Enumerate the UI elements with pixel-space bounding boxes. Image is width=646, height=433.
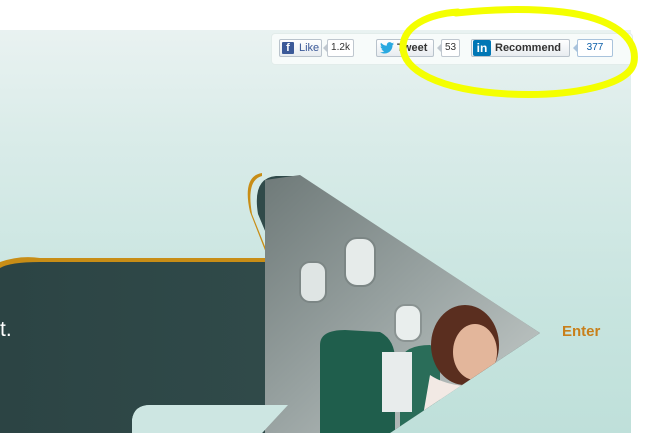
linkedin-recommend-button[interactable]: in Recommend — [471, 39, 570, 57]
linkedin-recommend-count: 377 — [573, 39, 613, 57]
tweet-count: 53 — [437, 39, 460, 57]
cabin-photo — [265, 175, 540, 433]
arrow-outline — [0, 173, 272, 270]
tweet-button[interactable]: Tweet — [376, 39, 434, 57]
enter-link[interactable]: Enter — [562, 323, 600, 340]
hero-text-fragment: t. — [0, 318, 12, 341]
facebook-icon: f — [282, 42, 294, 54]
facebook-like-label: Like — [299, 42, 320, 54]
linkedin-icon: in — [473, 40, 491, 56]
linkedin-recommend-label: Recommend — [495, 42, 562, 54]
facebook-like-count: 1.2k — [323, 39, 354, 57]
twitter-bird-icon — [380, 42, 394, 54]
lower-panel — [132, 405, 288, 433]
facebook-like-button[interactable]: f Like — [279, 39, 322, 57]
tweet-label: Tweet — [397, 42, 428, 54]
